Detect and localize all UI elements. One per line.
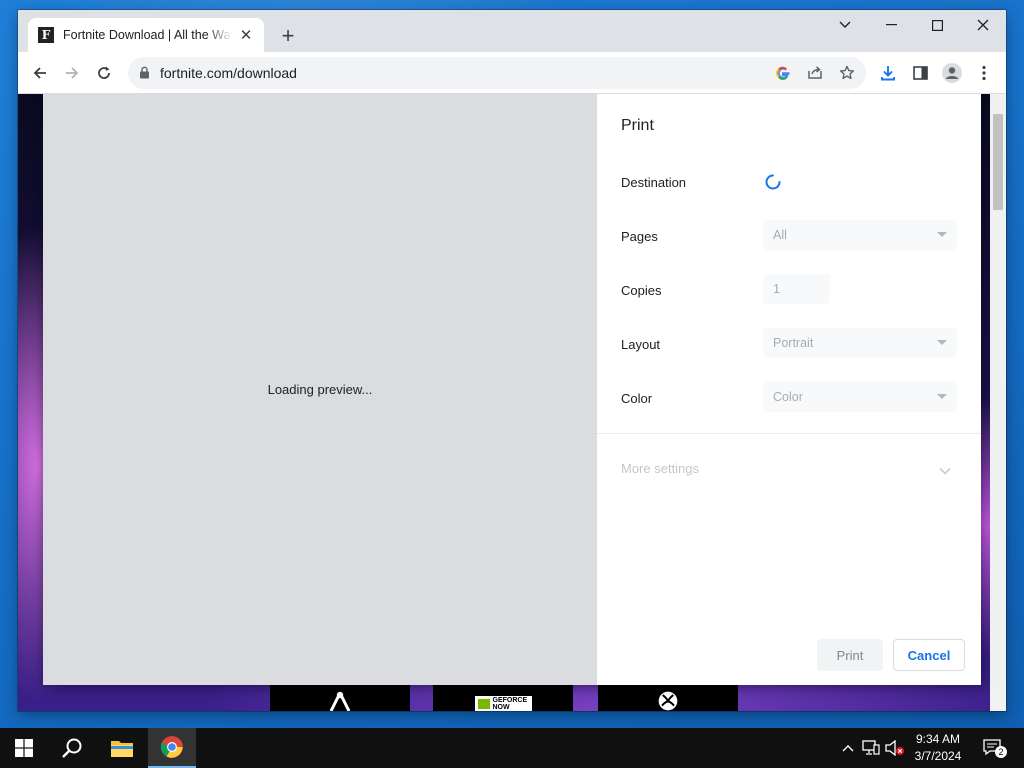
page-viewport: GEFORCE NOW Loading preview... Print Des… [18,94,1006,711]
url-text: fortnite.com/download [160,65,297,81]
layout-select[interactable]: Portrait [763,328,957,358]
fortnite-favicon-icon: F [38,27,54,43]
start-button[interactable] [0,728,48,768]
layout-label: Layout [621,337,661,352]
more-settings-toggle[interactable]: More settings [621,461,957,481]
geforce-now-logo[interactable]: GEFORCE NOW [433,685,573,711]
system-clock[interactable]: 9:34 AM 3/7/2024 [908,731,968,765]
print-settings-panel: Print Destination Pages All Copies 1 Lay… [597,94,981,685]
xbox-logo-icon[interactable] [598,685,738,711]
pages-label: Pages [621,229,658,244]
chevron-down-icon [937,340,947,345]
color-select[interactable]: Color [763,382,957,412]
downloads-icon[interactable] [874,59,902,87]
browser-window: F Fortnite Download | All the Ways to Pl… [18,10,1006,711]
layout-select-value: Portrait [773,336,814,350]
copies-input[interactable]: 1 [763,274,830,304]
scrollbar-thumb[interactable] [993,114,1003,210]
browser-toolbar: fortnite.com/download [18,52,1006,94]
profile-avatar-icon[interactable] [938,59,966,87]
more-settings-label: More settings [621,461,700,476]
loading-preview-text: Loading preview... [267,382,373,397]
clock-date: 3/7/2024 [914,749,962,763]
chevron-down-icon [937,232,947,237]
new-tab-button[interactable]: + [276,24,300,48]
file-explorer-button[interactable] [98,728,146,768]
print-dialog: Loading preview... Print Destination Pag… [43,94,981,685]
settings-divider [597,433,981,434]
windows-logo-icon [15,739,33,757]
print-button[interactable]: Print [817,639,883,671]
search-icon [62,738,82,758]
network-icon[interactable] [861,738,881,758]
chevron-down-icon [937,394,947,399]
share-icon[interactable] [804,62,826,84]
notification-count-badge: 2 [995,746,1007,758]
taskbar: 9:34 AM 3/7/2024 2 [0,728,1024,768]
side-panel-icon[interactable] [906,59,934,87]
cancel-button[interactable]: Cancel [893,639,965,671]
print-dialog-title: Print [621,117,654,134]
volume-muted-icon[interactable] [885,738,905,758]
clock-time: 9:34 AM [915,732,961,746]
copies-label: Copies [621,283,662,298]
notifications-icon[interactable]: 2 [982,738,1007,758]
tab-search-chevron-icon[interactable] [822,10,868,40]
copies-input-value: 1 [773,282,780,296]
address-bar[interactable]: fortnite.com/download [128,57,866,89]
show-hidden-icons-chevron-icon[interactable] [838,738,858,758]
pages-select[interactable]: All [763,220,957,250]
search-button[interactable] [48,728,96,768]
browser-tab[interactable]: F Fortnite Download | All the Ways to Pl… [28,18,264,52]
color-select-value: Color [773,390,803,404]
tab-strip: F Fortnite Download | All the Ways to Pl… [18,10,1006,52]
destination-label: Destination [621,175,687,190]
back-button[interactable] [26,59,54,87]
minimize-button[interactable] [868,10,914,40]
close-window-button[interactable] [960,10,1006,40]
print-preview-pane: Loading preview... [43,94,597,685]
kebab-menu-icon[interactable] [970,59,998,87]
google-translate-icon[interactable] [772,62,794,84]
chrome-taskbar-button[interactable] [148,728,196,768]
forward-button[interactable] [58,59,86,87]
close-tab-icon[interactable]: ✕ [236,25,256,45]
maximize-button[interactable] [914,10,960,40]
folder-icon [111,741,133,757]
platform-logos-strip: GEFORCE NOW [18,685,986,711]
tab-title: Fortnite Download | All the Ways to Play [63,28,232,42]
lock-icon[interactable] [139,66,150,84]
chevron-down-icon [939,463,951,478]
loading-spinner-icon [765,174,781,190]
chrome-icon [160,736,183,758]
geforce-now-logo-text: GEFORCE NOW [492,696,528,711]
page-scrollbar[interactable] [990,94,1006,711]
bookmark-star-icon[interactable] [836,62,858,84]
epic-games-logo-icon[interactable] [270,685,410,711]
reload-button[interactable] [90,59,118,87]
color-label: Color [621,391,653,406]
pages-select-value: All [773,228,787,242]
